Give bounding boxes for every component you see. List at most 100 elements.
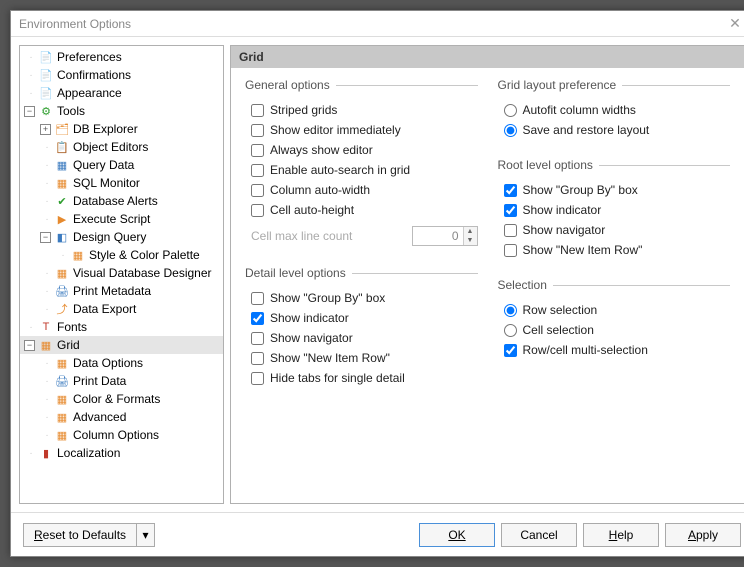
reset-dropdown-icon[interactable]: ▾ (137, 523, 155, 547)
tree-item-label: Design Query (73, 230, 146, 244)
tree-item-data-options[interactable]: ·▦Data Options (20, 354, 223, 372)
show-editor-immediately-checkbox[interactable] (251, 124, 264, 137)
cancel-button[interactable]: Cancel (501, 523, 577, 547)
checkbox-label: Row/cell multi-selection (523, 343, 648, 357)
reset-button[interactable]: RReset to Defaultseset to Defaults (23, 523, 137, 547)
cell-max-line-row: Cell max line count ▲ ▼ (245, 224, 478, 248)
checkbox-label: Show editor immediately (270, 123, 401, 137)
root-indicator-checkbox[interactable] (504, 204, 517, 217)
tree-item-label: Localization (57, 446, 120, 460)
tree-node-icon: ⤴ (54, 301, 70, 317)
radio-label: Save and restore layout (523, 123, 650, 137)
tree-item-label: DB Explorer (73, 122, 138, 136)
tree-item-label: Print Metadata (73, 284, 151, 298)
row-selection-radio[interactable] (504, 304, 517, 317)
root-navigator-checkbox[interactable] (504, 224, 517, 237)
checkbox-label: Show navigator (523, 223, 606, 237)
collapse-icon[interactable]: − (24, 106, 35, 117)
group-legend: Selection (498, 278, 553, 292)
tree-item-label: Grid (57, 338, 80, 352)
tree-node-icon: ▦ (70, 247, 86, 263)
content-area: ·📄Preferences·📄Confirmations·📄Appearance… (11, 37, 744, 512)
tree-item-label: Data Options (73, 356, 143, 370)
tree-item-localization[interactable]: ·▮Localization (20, 444, 223, 462)
tree-item-query-data[interactable]: ·▦Query Data (20, 156, 223, 174)
tree-node-icon: 📄 (38, 67, 54, 83)
autofit-radio[interactable] (504, 104, 517, 117)
nav-tree[interactable]: ·📄Preferences·📄Confirmations·📄Appearance… (19, 45, 224, 504)
tree-item-visual-database-designer[interactable]: ·▦Visual Database Designer (20, 264, 223, 282)
tree-item-design-query[interactable]: −◧Design Query (20, 228, 223, 246)
apply-button[interactable]: ApplyApply (665, 523, 741, 547)
tree-item-fonts[interactable]: ·TFonts (20, 318, 223, 336)
collapse-icon[interactable]: − (24, 340, 35, 351)
checkbox-label: Show indicator (523, 203, 602, 217)
tree-node-icon: ▶ (54, 211, 70, 227)
detail-indicator-checkbox[interactable] (251, 312, 264, 325)
tree-item-confirmations[interactable]: ·📄Confirmations (20, 66, 223, 84)
tree-item-execute-script[interactable]: ·▶Execute Script (20, 210, 223, 228)
tree-node-icon: ▮ (38, 445, 54, 461)
checkbox-label: Show indicator (270, 311, 349, 325)
tree-item-label: Preferences (57, 50, 122, 64)
striped-grids-checkbox[interactable] (251, 104, 264, 117)
save-layout-radio[interactable] (504, 124, 517, 137)
collapse-icon[interactable]: − (40, 232, 51, 243)
tree-item-print-metadata[interactable]: ·🖨Print Metadata (20, 282, 223, 300)
multi-selection-checkbox[interactable] (504, 344, 517, 357)
tree-item-object-editors[interactable]: ·📋Object Editors (20, 138, 223, 156)
tree-item-tools[interactable]: −⚙Tools (20, 102, 223, 120)
detail-navigator-checkbox[interactable] (251, 332, 264, 345)
checkbox-label: Striped grids (270, 103, 337, 117)
spinner-down-icon[interactable]: ▼ (463, 236, 477, 245)
tree-item-database-alerts[interactable]: ·✔Database Alerts (20, 192, 223, 210)
expand-icon[interactable]: + (40, 124, 51, 135)
hide-tabs-checkbox[interactable] (251, 372, 264, 385)
checkbox-label: Enable auto-search in grid (270, 163, 410, 177)
ok-button[interactable]: OK (419, 523, 495, 547)
radio-label: Cell selection (523, 323, 594, 337)
tree-item-sql-monitor[interactable]: ·▦SQL Monitor (20, 174, 223, 192)
always-show-editor-checkbox[interactable] (251, 144, 264, 157)
detail-groupby-checkbox[interactable] (251, 292, 264, 305)
tree-item-data-export[interactable]: ·⤴Data Export (20, 300, 223, 318)
tree-node-icon: ▦ (54, 427, 70, 443)
cell-autoheight-checkbox[interactable] (251, 204, 264, 217)
cell-selection-radio[interactable] (504, 324, 517, 337)
tree-node-icon: 📋 (54, 139, 70, 155)
detail-newitem-checkbox[interactable] (251, 352, 264, 365)
tree-item-grid[interactable]: −▦Grid (20, 336, 223, 354)
checkbox-label: Show "New Item Row" (270, 351, 390, 365)
tree-item-advanced[interactable]: ·▦Advanced (20, 408, 223, 426)
tree-item-label: Tools (57, 104, 85, 118)
tree-item-style-color-palette[interactable]: ·▦Style & Color Palette (20, 246, 223, 264)
tree-item-column-options[interactable]: ·▦Column Options (20, 426, 223, 444)
tree-node-icon: 🖨 (54, 283, 70, 299)
root-newitem-checkbox[interactable] (504, 244, 517, 257)
root-groupby-checkbox[interactable] (504, 184, 517, 197)
tree-item-label: Execute Script (73, 212, 150, 226)
tree-item-db-explorer[interactable]: +🗂DB Explorer (20, 120, 223, 138)
cell-max-input[interactable] (413, 227, 463, 245)
reset-split-button[interactable]: RReset to Defaultseset to Defaults ▾ (23, 523, 155, 547)
close-icon[interactable]: ✕ (725, 15, 744, 32)
tree-item-label: SQL Monitor (73, 176, 140, 190)
tree-item-preferences[interactable]: ·📄Preferences (20, 48, 223, 66)
tree-node-icon: 📄 (38, 49, 54, 65)
help-button[interactable]: HelpHelp (583, 523, 659, 547)
spinner-up-icon[interactable]: ▲ (463, 227, 477, 236)
tree-item-print-data[interactable]: ·🖨Print Data (20, 372, 223, 390)
cell-max-spinner[interactable]: ▲ ▼ (412, 226, 478, 246)
tree-item-color-formats[interactable]: ·▦Color & Formats (20, 390, 223, 408)
tree-item-label: Appearance (57, 86, 122, 100)
tree-item-appearance[interactable]: ·📄Appearance (20, 84, 223, 102)
tree-node-icon: ▦ (38, 337, 54, 353)
group-legend: Detail level options (245, 266, 352, 280)
group-legend: General options (245, 78, 336, 92)
root-level-group: Root level options Show "Group By" box S… (498, 158, 731, 268)
column-autowidth-checkbox[interactable] (251, 184, 264, 197)
checkbox-label: Show "New Item Row" (523, 243, 643, 257)
auto-search-checkbox[interactable] (251, 164, 264, 177)
tree-node-icon: ▦ (54, 157, 70, 173)
checkbox-label: Cell auto-height (270, 203, 354, 217)
